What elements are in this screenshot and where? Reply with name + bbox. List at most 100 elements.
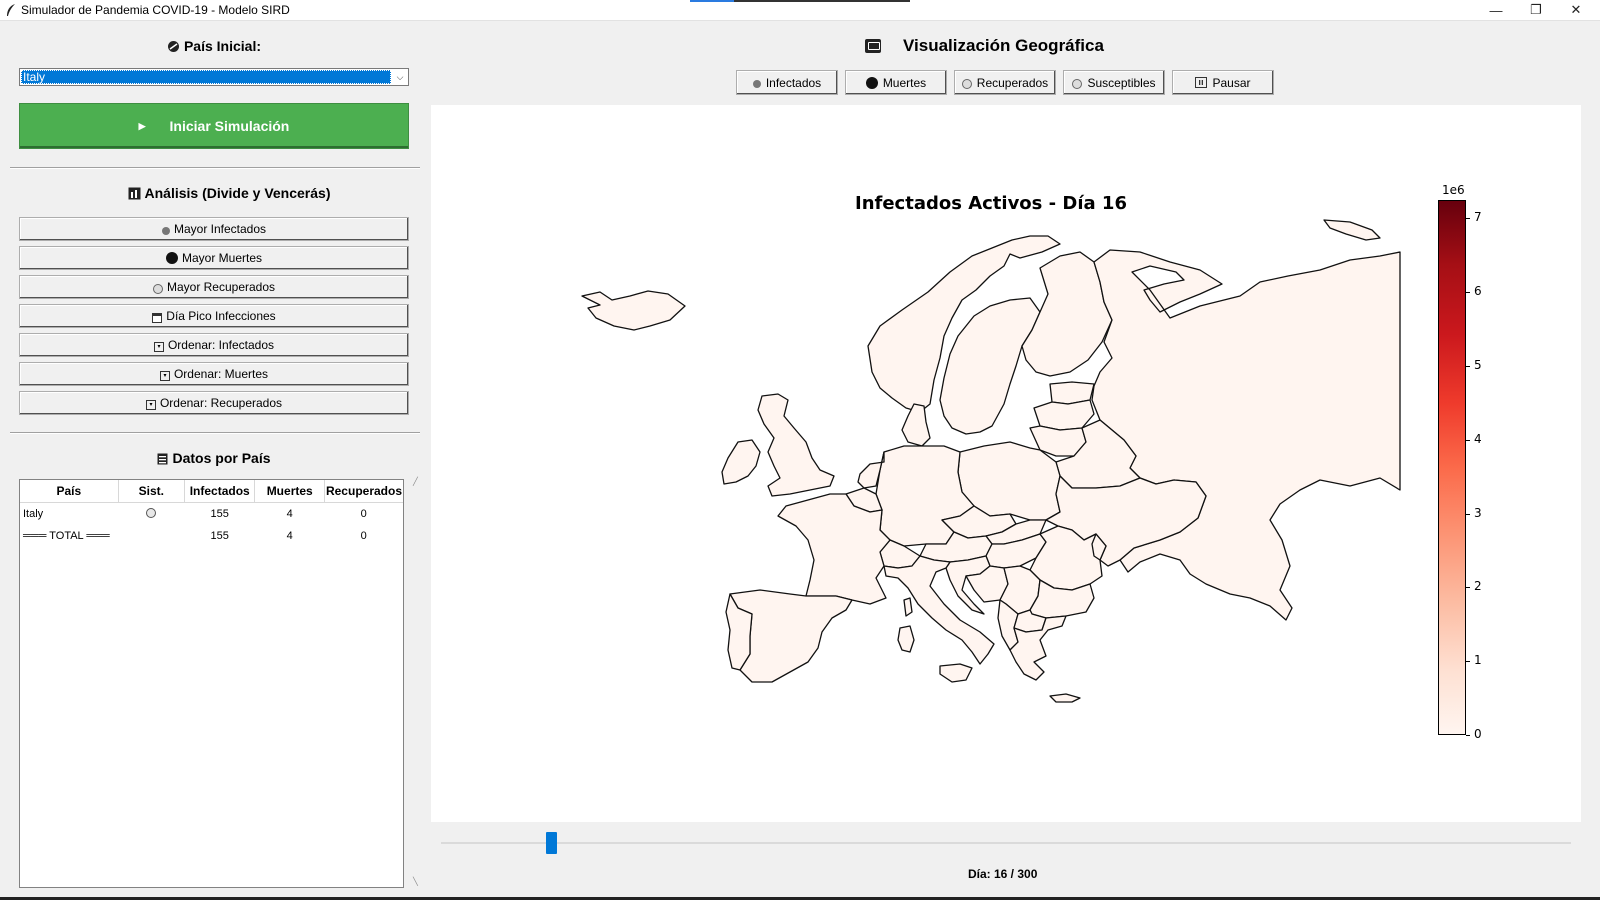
max-recovered-button[interactable]: Mayor Recuperados [19,275,409,299]
sort-infected-button[interactable]: ▾ Ordenar: Infectados [19,333,409,357]
analysis-title-label: Análisis (Divide y Vencerás) [144,185,331,201]
view-deaths-button[interactable]: Muertes [845,70,947,95]
colorbar-tick [1466,218,1470,220]
view-infected-button[interactable]: Infectados [736,70,838,95]
button-label: Ordenar: Infectados [167,338,275,352]
button-label: Mayor Infectados [173,222,267,236]
cell-deaths: 4 [286,530,293,542]
sort-icon: ▾ [153,341,164,352]
cell-infected: 155 [210,508,229,520]
colorbar-tick [1466,587,1470,589]
globe-icon [167,40,179,52]
gray-dot-icon [752,80,761,88]
divider [10,432,420,434]
pause-icon [1195,77,1208,88]
peak-day-button[interactable]: Día Pico Infecciones [19,304,409,328]
button-label: Mayor Recuperados [166,280,276,294]
sort-deaths-button[interactable]: ▾ Ordenar: Muertes [19,362,409,386]
max-infected-button[interactable]: Mayor Infectados [19,217,409,241]
button-label: Ordenar: Recuperados [159,396,283,410]
colorbar-tick [1466,439,1470,441]
sort-icon: ▾ [145,399,156,410]
view-susceptible-button[interactable]: Susceptibles [1063,70,1165,95]
colorbar-tick-label: 4 [1474,431,1482,446]
colorbar-tick-label: 5 [1474,358,1482,373]
clipboard-icon [157,453,168,464]
button-label: Susceptibles [1087,75,1156,90]
cell-country: Italy [23,508,44,520]
sort-icon: ▾ [159,370,170,381]
column-header-country[interactable]: País [20,480,119,503]
chevron-down-icon[interactable]: ⌵ [392,69,408,85]
colorbar-tick [1466,513,1470,515]
status-circle-icon [146,507,157,518]
button-label: Día Pico Infecciones [166,309,276,323]
colorbar-tick-label: 7 [1474,210,1482,225]
sort-recovered-button[interactable]: ▾ Ordenar: Recuperados [19,391,409,415]
column-header-deaths[interactable]: Muertes [254,480,325,503]
column-header-infected[interactable]: Infectados [184,480,256,503]
colorbar-tick [1466,735,1470,736]
cell-system [118,503,184,526]
day-label: Día: 16 / 300 [968,867,1038,881]
country-data-table[interactable]: País Sist. Infectados Muertes Recuperado… [19,479,404,888]
view-recovered-button[interactable]: Recuperados [954,70,1056,95]
country-select[interactable]: Italy ⌵ [19,68,409,86]
colorbar-exponent: 1e6 [1442,183,1465,197]
country-select-value[interactable]: Italy [21,70,391,84]
title-bar: Simulador de Pandemia COVID-19 - Modelo … [0,0,1600,21]
colorbar-tick-label: 6 [1474,284,1482,299]
day-slider-thumb[interactable] [546,832,558,854]
colorbar-tick-label: 1 [1474,653,1482,668]
table-title-label: Datos por País [172,450,271,466]
column-header-system[interactable]: Sist. [118,480,185,503]
pause-button[interactable]: Pausar [1172,70,1274,95]
cell-system [118,525,184,547]
cell-infected: 155 [210,530,229,542]
max-deaths-button[interactable]: Mayor Muertes [19,246,409,270]
cell-country: ═══ TOTAL ═══ [23,530,110,542]
colorbar-tick-label: 2 [1474,579,1482,594]
table-row[interactable]: ═══ TOTAL ═══ 155 4 0 [20,525,403,547]
black-dot-icon [165,252,178,264]
map-icon [865,39,881,53]
light-dot-icon [152,283,163,294]
play-icon: ▶ [138,120,146,131]
day-slider-track[interactable] [441,842,1571,844]
maximize-button[interactable]: ❐ [1516,0,1556,20]
map-title: Infectados Activos - Día 16 [855,193,1127,214]
table-section-title: Datos por País [19,450,409,466]
light-dot-icon [961,79,972,89]
progress-indicator [690,0,910,2]
divider [10,167,420,169]
colorbar-tick [1466,366,1470,368]
country-title-label: País Inicial: [183,38,262,54]
light-dot-icon [1072,79,1083,89]
black-dot-icon [865,76,878,89]
cell-recovered: 0 [360,508,367,520]
chart-icon [128,187,140,199]
table-row[interactable]: Italy 155 4 0 [20,503,403,526]
colorbar [1438,200,1466,735]
start-simulation-label: Iniciar Simulación [169,118,290,134]
colorbar-tick-label: 0 [1474,727,1482,741]
cell-recovered: 0 [360,530,367,542]
pane-grip-icon[interactable]: ╲ [413,877,418,886]
country-section-title: País Inicial: [19,38,409,54]
column-header-recovered[interactable]: Recuperados [324,480,403,503]
button-label: Mayor Muertes [181,251,263,265]
start-simulation-button[interactable]: ▶ Iniciar Simulación [19,103,409,149]
analysis-section-title: Análisis (Divide y Vencerás) [19,185,439,201]
button-label: Muertes [882,75,927,90]
minimize-button[interactable]: — [1476,0,1516,20]
button-label: Infectados [765,75,822,90]
button-label: Ordenar: Muertes [173,367,269,381]
feather-icon [7,4,15,16]
close-button[interactable]: ✕ [1556,0,1596,20]
cell-deaths: 4 [286,508,293,520]
button-label: Recuperados [976,75,1049,90]
calendar-icon [152,312,163,323]
window-title: Simulador de Pandemia COVID-19 - Modelo … [21,3,290,17]
pane-grip-icon[interactable]: ╱ [413,477,418,486]
gray-dot-icon [161,226,170,235]
